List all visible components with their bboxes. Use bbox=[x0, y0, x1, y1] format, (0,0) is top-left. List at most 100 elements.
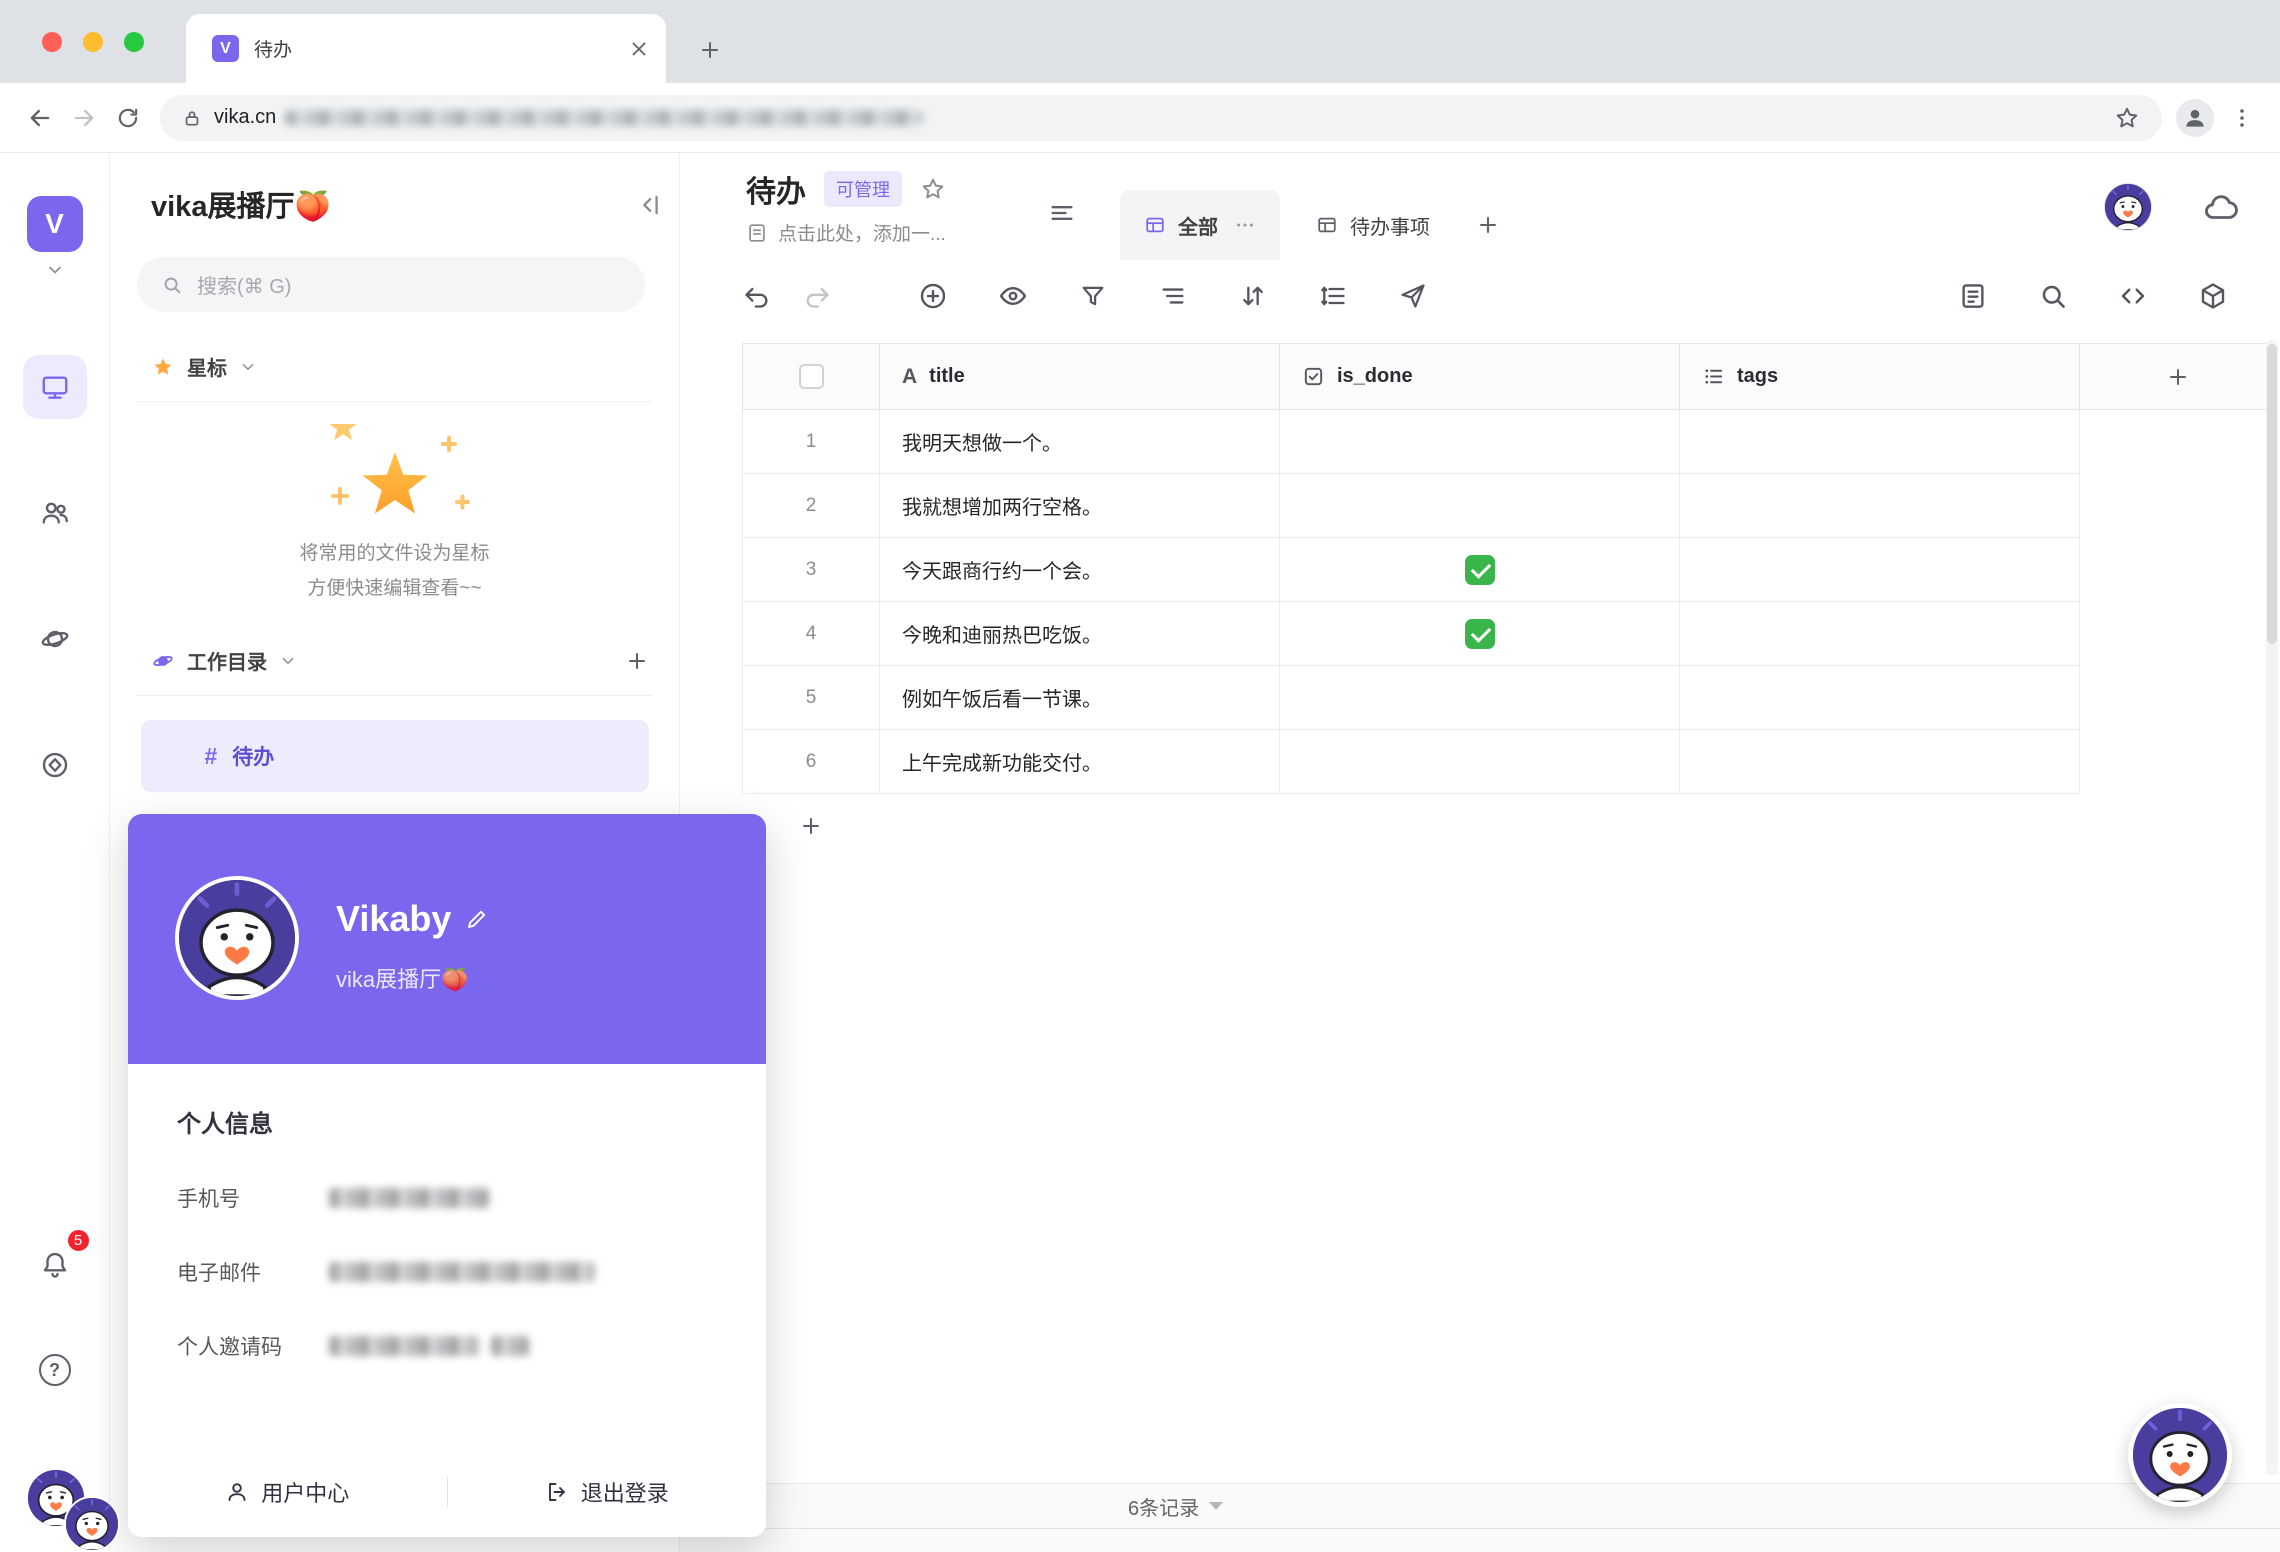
app-rail: V 5 ? bbox=[0, 153, 110, 1552]
api-icon[interactable] bbox=[2116, 279, 2150, 313]
description-placeholder: 点击此处，添加一... bbox=[778, 224, 946, 245]
add-field-button[interactable] bbox=[2080, 343, 2276, 410]
cell-tags[interactable] bbox=[1680, 602, 2080, 666]
row-select-cell[interactable]: 5 bbox=[742, 666, 880, 730]
row-select-cell[interactable]: 2 bbox=[742, 474, 880, 538]
cell-title[interactable]: 上午完成新功能交付。 bbox=[880, 730, 1280, 794]
scrollbar-thumb[interactable] bbox=[2267, 344, 2277, 644]
view-tab-all[interactable]: 全部 bbox=[1120, 190, 1280, 260]
datasheet-description[interactable]: 点击此处，添加一... bbox=[746, 219, 946, 246]
user-avatar[interactable] bbox=[175, 876, 299, 1000]
row-number: 2 bbox=[805, 494, 817, 516]
rail-workbench-icon[interactable] bbox=[22, 355, 87, 419]
cell-tags[interactable] bbox=[1680, 730, 2080, 794]
row-select-cell[interactable]: 6 bbox=[742, 730, 880, 794]
new-tab-button[interactable] bbox=[690, 30, 730, 70]
field-label: 电子邮件 bbox=[177, 1262, 261, 1285]
person-icon bbox=[225, 1480, 249, 1504]
add-view-icon[interactable] bbox=[1476, 190, 1500, 260]
sync-status-icon[interactable] bbox=[2202, 189, 2240, 227]
view-list-icon[interactable] bbox=[1048, 199, 1076, 227]
cell-is-done[interactable] bbox=[1280, 666, 1680, 730]
search-icon[interactable] bbox=[2036, 279, 2070, 313]
record-count-text: 6条记录 bbox=[1128, 1497, 1200, 1520]
url-field[interactable]: vika.cn bbox=[160, 94, 2162, 141]
undo-icon[interactable] bbox=[740, 279, 774, 313]
rail-user-avatar-overlap[interactable] bbox=[64, 1496, 120, 1552]
horizontal-scroll-track[interactable] bbox=[680, 1528, 2280, 1529]
profile-popup-body: 个人信息 手机号 电子邮件 个人邀请码 bbox=[128, 1064, 766, 1361]
window-close-button[interactable] bbox=[42, 32, 62, 52]
cell-tags[interactable] bbox=[1680, 474, 2080, 538]
datasheet-title[interactable]: 待办 bbox=[746, 167, 806, 211]
cell-is-done[interactable] bbox=[1280, 730, 1680, 794]
cell-title[interactable]: 今晚和迪丽热巴吃饭。 bbox=[880, 602, 1280, 666]
browser-menu-icon[interactable] bbox=[2222, 98, 2262, 138]
row-height-icon[interactable] bbox=[1316, 279, 1350, 313]
workspace-logo[interactable]: V bbox=[26, 196, 83, 252]
hide-fields-icon[interactable] bbox=[996, 279, 1030, 313]
cell-is-done[interactable] bbox=[1280, 474, 1680, 538]
starred-section-header[interactable]: 星标 bbox=[152, 352, 649, 381]
rail-explore-icon[interactable] bbox=[23, 607, 87, 671]
share-view-icon[interactable] bbox=[1396, 279, 1430, 313]
form-view-icon[interactable] bbox=[1956, 279, 1990, 313]
bookmark-star-icon[interactable] bbox=[2114, 105, 2140, 131]
directory-section-header[interactable]: 工作目录 bbox=[152, 646, 649, 675]
rail-contacts-icon[interactable] bbox=[23, 481, 87, 545]
widget-icon[interactable] bbox=[2196, 279, 2230, 313]
redo-icon[interactable] bbox=[800, 279, 834, 313]
rail-help-icon[interactable]: ? bbox=[23, 1338, 87, 1402]
vikaby-assistant-button[interactable] bbox=[2128, 1403, 2232, 1507]
column-header-title[interactable]: A title bbox=[880, 343, 1280, 410]
select-all-checkbox[interactable] bbox=[798, 364, 824, 389]
cell-is-done[interactable] bbox=[1280, 602, 1680, 666]
rail-notifications-icon[interactable]: 5 bbox=[23, 1227, 92, 1296]
add-node-icon[interactable] bbox=[625, 649, 649, 673]
vertical-scrollbar[interactable] bbox=[2266, 340, 2278, 1475]
collaborator-avatar[interactable] bbox=[2104, 183, 2152, 231]
window-zoom-button[interactable] bbox=[124, 32, 144, 52]
search-icon bbox=[161, 274, 183, 296]
view-tab-todo[interactable]: 待办事项 bbox=[1306, 190, 1440, 260]
reload-icon[interactable] bbox=[106, 96, 150, 140]
cell-tags[interactable] bbox=[1680, 538, 2080, 602]
cell-title[interactable]: 今天跟商行约一个会。 bbox=[880, 538, 1280, 602]
cell-is-done[interactable] bbox=[1280, 410, 1680, 474]
view-more-icon[interactable] bbox=[1234, 214, 1256, 236]
browser-profile-avatar[interactable] bbox=[2176, 98, 2214, 137]
row-select-cell[interactable]: 1 bbox=[742, 410, 880, 474]
cell-title[interactable]: 我就想增加两行空格。 bbox=[880, 474, 1280, 538]
record-count[interactable]: 6条记录 bbox=[1128, 1484, 1224, 1528]
table-row: 1 我明天想做一个。 bbox=[742, 410, 2276, 474]
sort-icon[interactable] bbox=[1236, 279, 1270, 313]
column-header-is-done[interactable]: is_done bbox=[1280, 343, 1680, 410]
cell-title[interactable]: 例如午饭后看一节课。 bbox=[880, 666, 1280, 730]
window-minimize-button[interactable] bbox=[83, 32, 103, 52]
group-icon[interactable] bbox=[1156, 279, 1190, 313]
cell-tags[interactable] bbox=[1680, 410, 2080, 474]
sidebar-item-datasheet-active[interactable]: # 待办 bbox=[140, 720, 649, 792]
filter-icon[interactable] bbox=[1076, 279, 1110, 313]
row-select-cell[interactable]: 4 bbox=[742, 602, 880, 666]
workspace-switcher-chevron-icon[interactable] bbox=[45, 260, 65, 280]
logout-button[interactable]: 退出登录 bbox=[448, 1476, 767, 1508]
tab-title: 待办 bbox=[254, 40, 293, 61]
cell-title[interactable]: 我明天想做一个。 bbox=[880, 410, 1280, 474]
back-icon[interactable] bbox=[18, 96, 62, 140]
search-input[interactable]: 搜索(⌘ G) bbox=[137, 257, 645, 312]
row-select-cell[interactable]: 3 bbox=[742, 538, 880, 602]
collapse-sidebar-icon[interactable] bbox=[635, 191, 663, 219]
insert-record-icon[interactable] bbox=[916, 279, 950, 313]
favorite-star-icon[interactable] bbox=[920, 176, 946, 202]
rail-template-icon[interactable] bbox=[23, 733, 87, 797]
browser-tab[interactable]: V 待办 bbox=[186, 14, 666, 83]
forward-icon[interactable] bbox=[62, 96, 106, 140]
cell-tags[interactable] bbox=[1680, 666, 2080, 730]
search-placeholder: 搜索(⌘ G) bbox=[197, 276, 292, 298]
cell-is-done[interactable] bbox=[1280, 538, 1680, 602]
user-center-button[interactable]: 用户中心 bbox=[128, 1476, 447, 1508]
tab-close-icon[interactable] bbox=[628, 38, 650, 60]
edit-name-icon[interactable] bbox=[465, 907, 489, 931]
column-header-tags[interactable]: tags bbox=[1680, 343, 2080, 410]
